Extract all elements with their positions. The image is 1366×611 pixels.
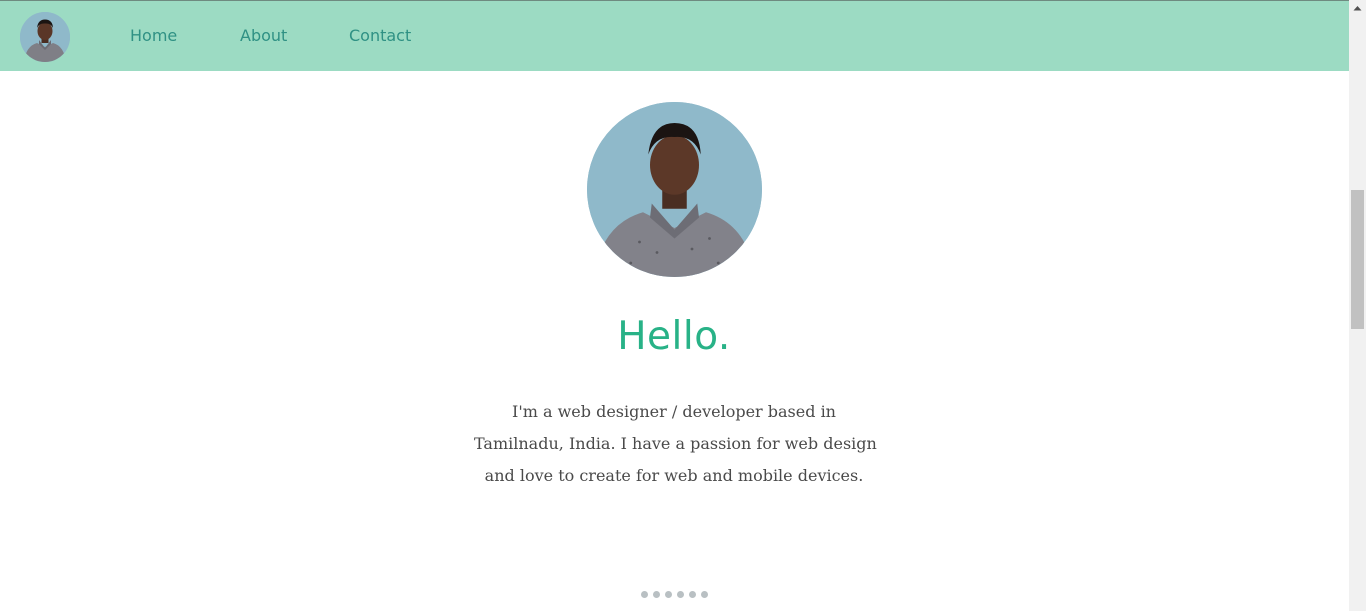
- nav-link-home[interactable]: Home: [130, 26, 177, 45]
- scrollbar-thumb[interactable]: [1351, 190, 1364, 329]
- hero-description-line: I'm a web designer / developer based in: [512, 402, 836, 421]
- hero-description-line: Tamilnadu, India. I have a passion for w…: [474, 434, 877, 453]
- pagination-dot[interactable]: [653, 591, 660, 598]
- scroll-up-button[interactable]: [1349, 0, 1366, 17]
- pagination-dot[interactable]: [641, 591, 648, 598]
- pagination-dot[interactable]: [701, 591, 708, 598]
- person-photo-icon: [587, 102, 762, 277]
- pagination-dot[interactable]: [689, 591, 696, 598]
- person-photo-icon: [20, 12, 70, 62]
- vertical-scrollbar[interactable]: [1349, 0, 1366, 611]
- hero-title: Hello.: [617, 314, 731, 359]
- scroll-up-arrow-icon: [1353, 6, 1362, 11]
- hero-description: I'm a web designer / developer based in …: [474, 396, 877, 492]
- pagination-dot[interactable]: [665, 591, 672, 598]
- top-navbar: Home About Contact: [0, 0, 1349, 71]
- page: Home About Contact Hello. I'm a web desi…: [0, 0, 1349, 611]
- pagination-dot[interactable]: [677, 591, 684, 598]
- nav-link-about[interactable]: About: [240, 26, 287, 45]
- profile-avatar[interactable]: [20, 12, 70, 62]
- hero-profile-photo: [587, 102, 762, 277]
- hero-description-line: and love to create for web and mobile de…: [484, 466, 864, 485]
- nav-link-contact[interactable]: Contact: [349, 26, 411, 45]
